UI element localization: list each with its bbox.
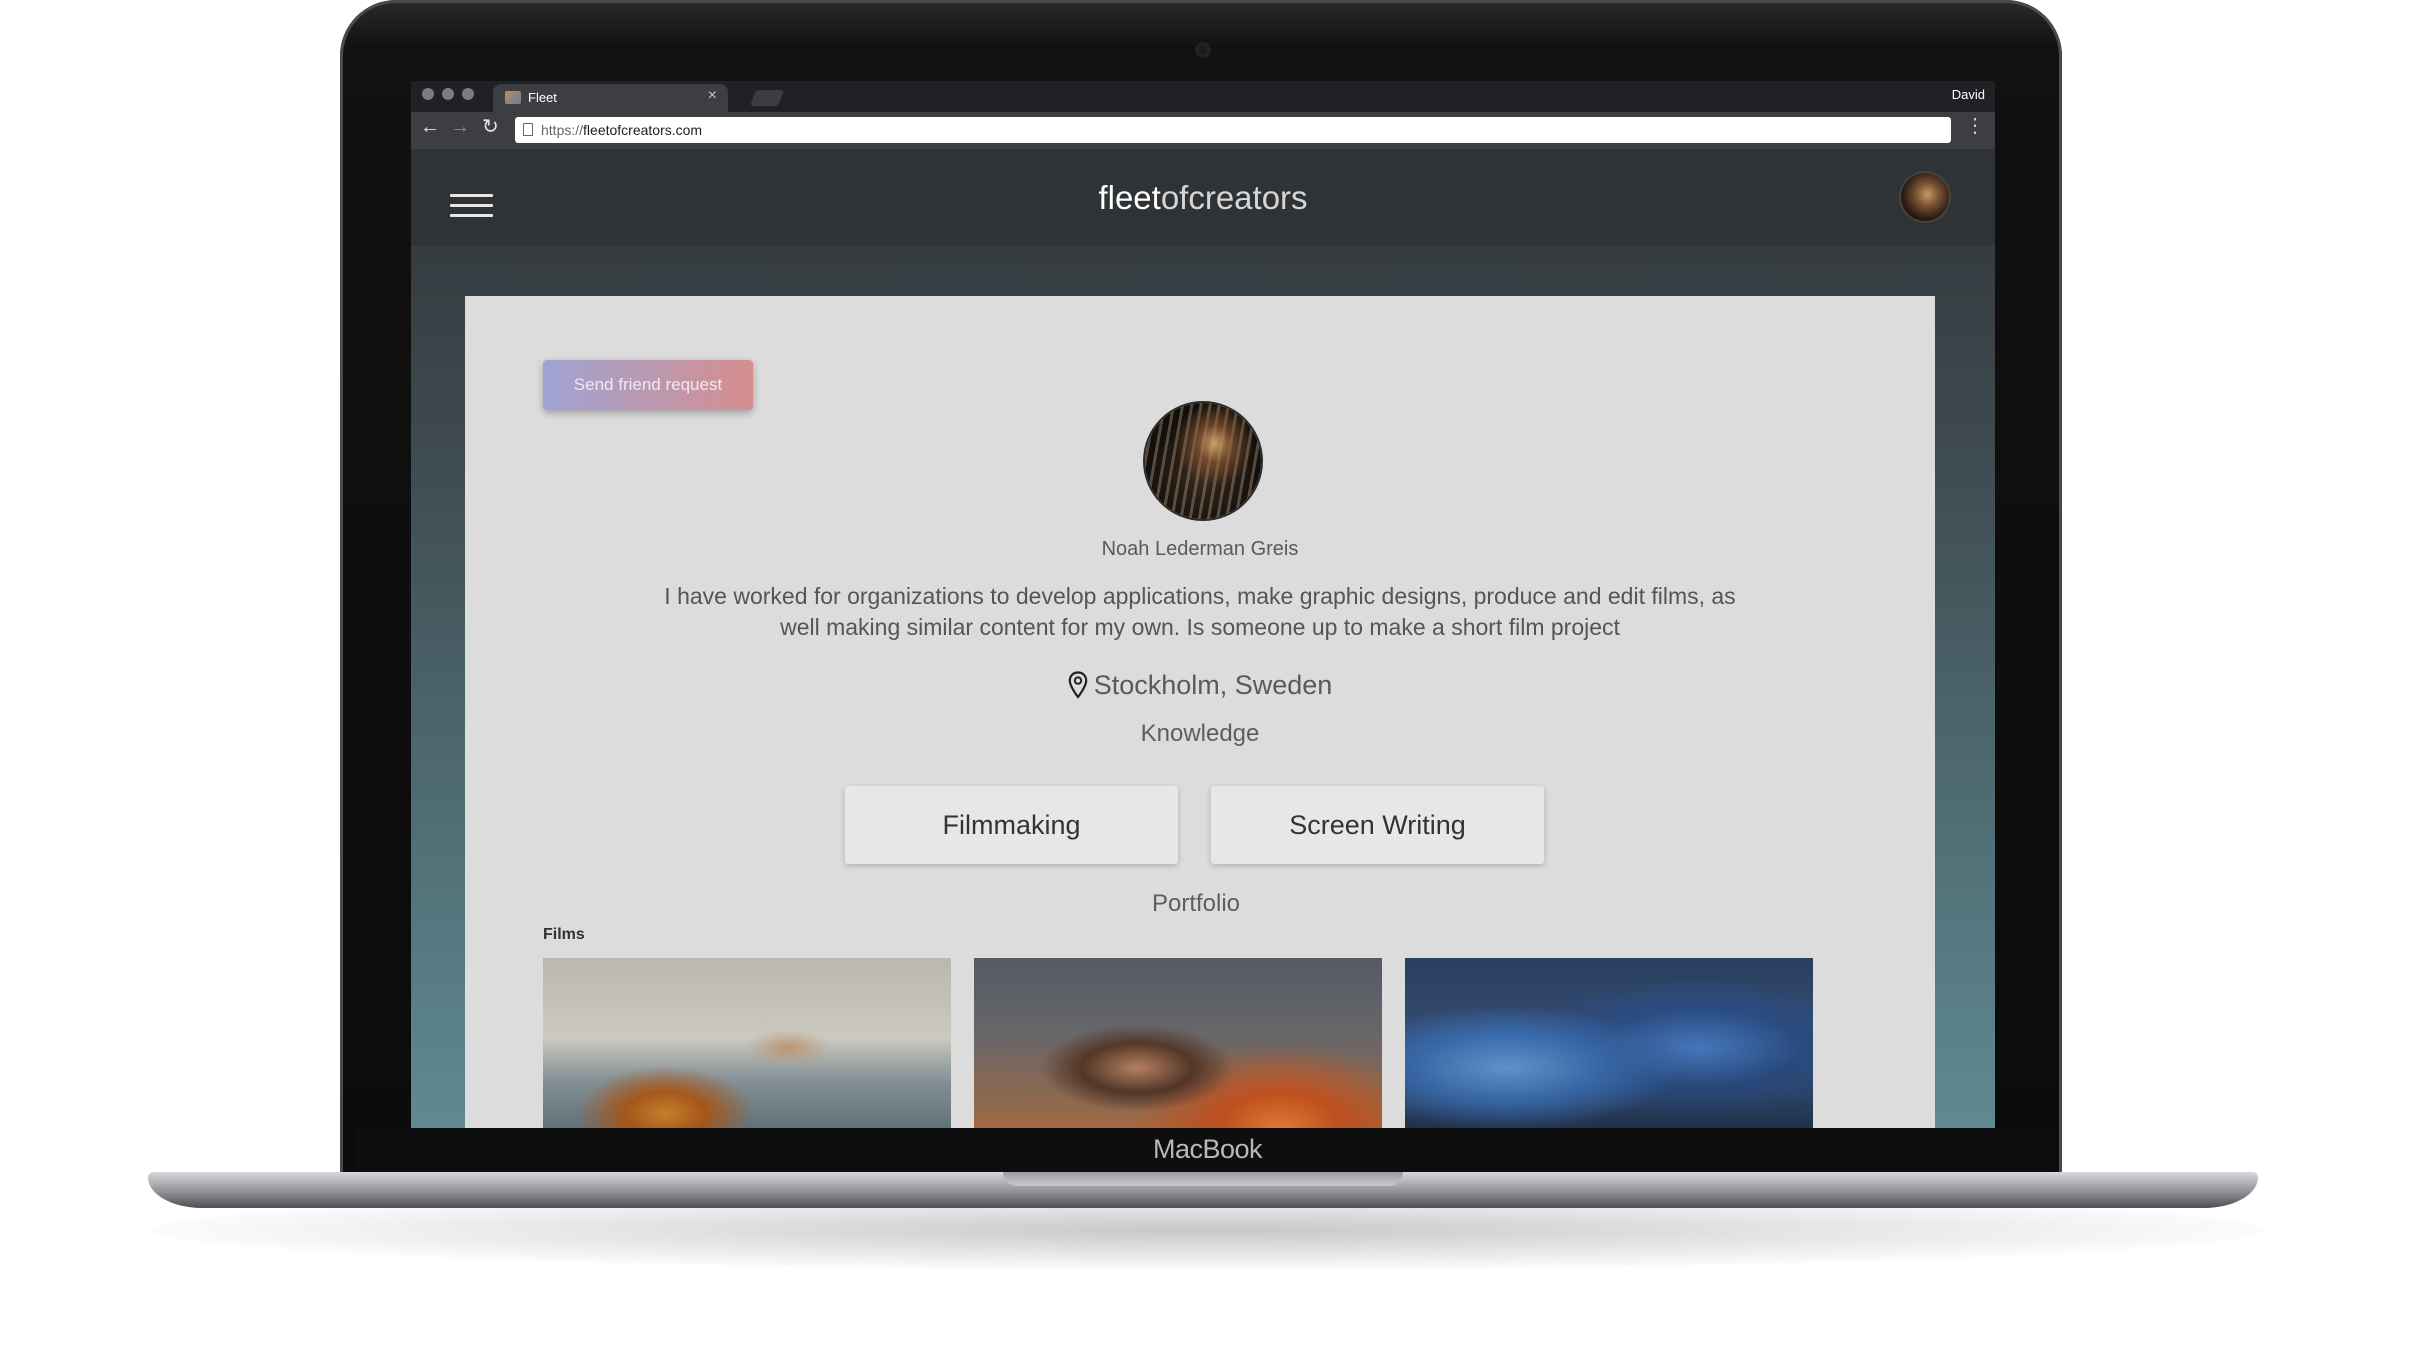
profile-avatar bbox=[1145, 403, 1261, 519]
film-thumbnail[interactable] bbox=[543, 958, 951, 1128]
tab-close-icon[interactable]: × bbox=[708, 88, 717, 104]
site-logo[interactable]: fleetofcreators bbox=[411, 179, 1995, 217]
browser-tab-bar: Fleet × David bbox=[411, 81, 1995, 112]
tab-title: Fleet bbox=[528, 90, 557, 105]
favicon-icon bbox=[505, 91, 521, 104]
laptop-brand-label: MacBook bbox=[1152, 1134, 1263, 1164]
window-maximize-dot[interactable] bbox=[462, 88, 474, 100]
window-minimize-dot[interactable] bbox=[442, 88, 454, 100]
portfolio-heading: Portfolio bbox=[1151, 890, 1241, 917]
browser-profile-name[interactable]: David bbox=[1952, 87, 1985, 102]
skill-filmmaking[interactable]: Filmmaking bbox=[845, 786, 1178, 864]
film-thumbnail[interactable] bbox=[1405, 958, 1813, 1128]
location-text: Stockholm, Sweden bbox=[1093, 670, 1333, 700]
user-avatar[interactable] bbox=[1901, 173, 1949, 221]
page-icon bbox=[523, 123, 533, 136]
browser-menu-icon[interactable]: ⋮ bbox=[1965, 116, 1985, 136]
browser-tab[interactable]: Fleet × bbox=[493, 84, 728, 112]
forward-arrow-icon[interactable]: → bbox=[450, 117, 470, 137]
url-text: https://fleetofcreators.com bbox=[541, 122, 702, 138]
map-pin-icon bbox=[1068, 671, 1087, 699]
profile-card: Send friend request Noah Lederman Greis … bbox=[465, 296, 1935, 1128]
knowledge-heading: Knowledge bbox=[1140, 720, 1260, 747]
profile-bio: I have worked for organizations to devel… bbox=[664, 583, 1736, 640]
app-header: fleetofcreators bbox=[411, 149, 1995, 246]
send-friend-request-button[interactable]: Send friend request bbox=[543, 360, 753, 410]
camera-icon bbox=[1197, 44, 1209, 56]
profile-name: Noah Lederman Greis bbox=[1101, 538, 1299, 560]
film-thumbnail[interactable] bbox=[974, 958, 1382, 1128]
logo-bold: fleet bbox=[1098, 179, 1161, 216]
window-close-dot[interactable] bbox=[422, 88, 434, 100]
films-label: Films bbox=[543, 926, 585, 943]
back-arrow-icon[interactable]: ← bbox=[420, 117, 440, 137]
web-page: fleetofcreators Send friend request Noah… bbox=[411, 149, 1995, 1128]
logo-light: ofcreators bbox=[1160, 179, 1308, 216]
screen: Fleet × David ← → ↻ https://fleetofcreat… bbox=[411, 81, 1995, 1128]
laptop-hinge-notch bbox=[1003, 1172, 1403, 1186]
address-bar[interactable]: https://fleetofcreators.com bbox=[515, 117, 1951, 143]
profile-location: Stockholm, Sweden bbox=[465, 670, 1935, 701]
url-domain: fleetofcreators.com bbox=[583, 122, 703, 138]
new-tab-button[interactable] bbox=[750, 90, 784, 106]
browser-toolbar: ← → ↻ https://fleetofcreators.com ⋮ bbox=[411, 112, 1995, 149]
skill-screen-writing[interactable]: Screen Writing bbox=[1211, 786, 1544, 864]
url-scheme: https:// bbox=[541, 122, 584, 138]
reload-icon[interactable]: ↻ bbox=[482, 117, 499, 137]
